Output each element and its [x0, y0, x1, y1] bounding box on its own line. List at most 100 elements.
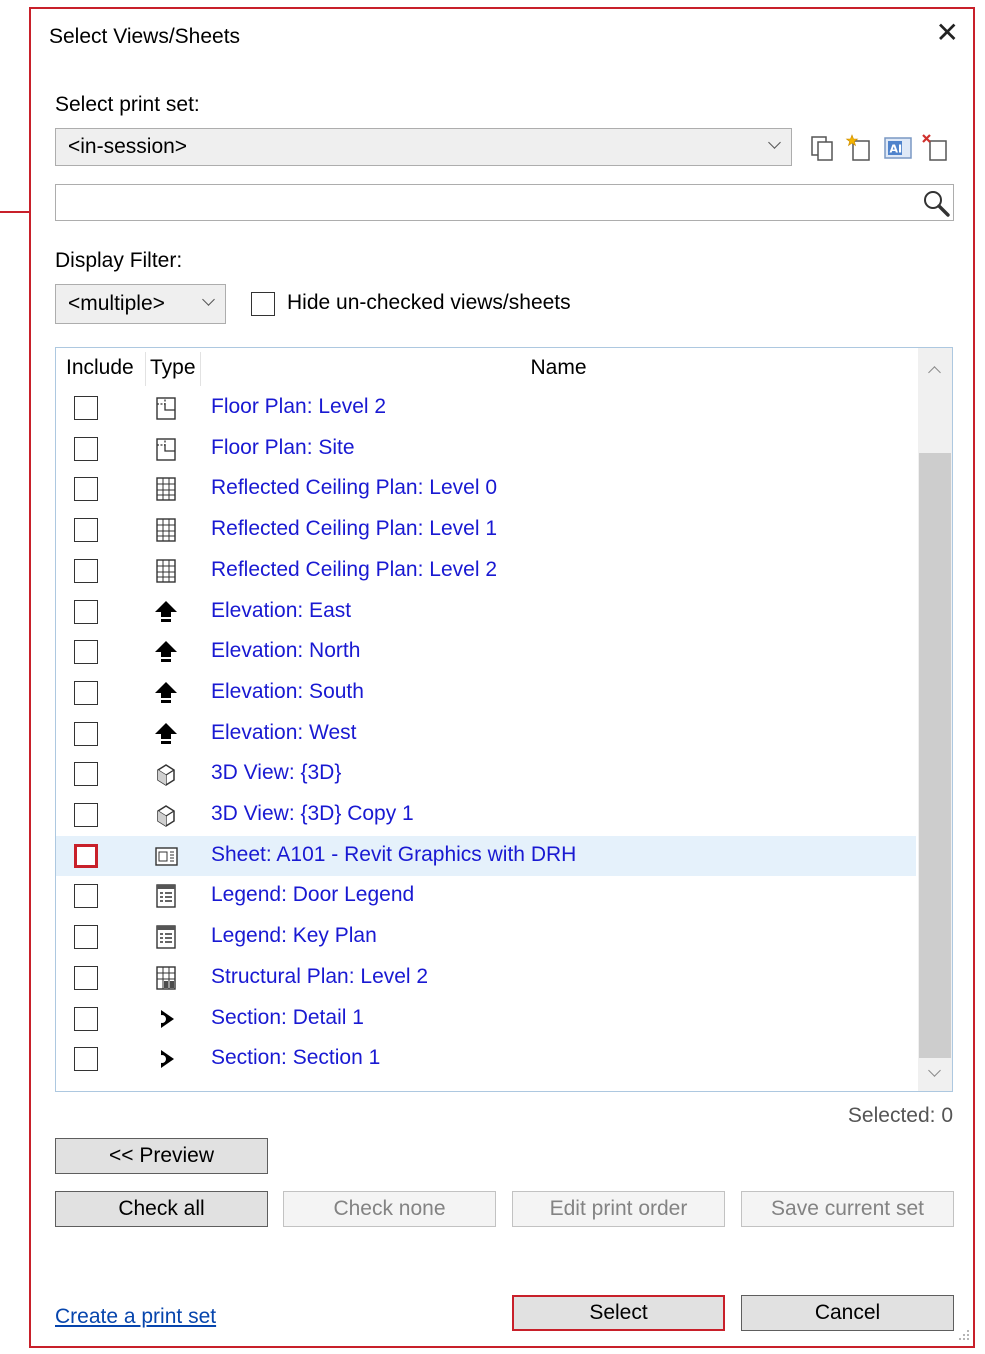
column-divider [145, 352, 146, 386]
list-item[interactable]: Legend: Door Legend [56, 876, 916, 916]
cancel-button[interactable]: Cancel [741, 1295, 954, 1331]
selected-count: Selected: 0 [847, 1104, 953, 1127]
include-checkbox[interactable] [74, 396, 98, 420]
scrollbar-thumb[interactable] [919, 453, 951, 1058]
list-item[interactable]: Section: Detail 1 [56, 999, 916, 1039]
view-name: Reflected Ceiling Plan: Level 1 [211, 517, 498, 541]
include-checkbox[interactable] [74, 843, 98, 868]
legend-icon [156, 884, 176, 909]
chevron-up-icon[interactable] [928, 366, 941, 379]
check-all-button[interactable]: Check all [55, 1191, 268, 1227]
hide-unchecked-checkbox[interactable] [251, 292, 275, 316]
view-name: Structural Plan: Level 2 [211, 964, 429, 988]
create-print-set-link[interactable]: Create a print set [55, 1305, 216, 1329]
list-item[interactable]: Floor Plan: Site [56, 429, 916, 469]
display-filter-dropdown[interactable]: <multiple> [55, 284, 226, 324]
view-name: Section: Section 1 [211, 1046, 381, 1070]
select-button[interactable]: Select [512, 1295, 725, 1331]
preview-button[interactable]: << Preview [55, 1138, 268, 1174]
view-name: Floor Plan: Site [211, 435, 355, 459]
list-item[interactable]: Floor Plan: Level 2 [56, 388, 916, 428]
svg-text:AI: AI [890, 143, 903, 156]
ceiling-plan-icon [156, 477, 176, 502]
floor-plan-icon [156, 397, 176, 420]
include-checkbox[interactable] [74, 721, 98, 746]
search-icon[interactable] [921, 188, 951, 218]
view-name: Reflected Ceiling Plan: Level 2 [211, 557, 498, 581]
structural-plan-icon [156, 966, 176, 990]
list-item[interactable]: 3D View: {3D} [56, 754, 916, 794]
column-header-type[interactable]: Type [150, 348, 196, 388]
callout-leader-line [0, 211, 30, 213]
list-item[interactable]: Reflected Ceiling Plan: Level 2 [56, 551, 916, 591]
include-checkbox[interactable] [74, 762, 98, 787]
duplicate-icon[interactable] [807, 133, 837, 163]
search-input[interactable] [55, 184, 954, 221]
include-checkbox[interactable] [74, 477, 98, 502]
edit-print-order-button[interactable]: Edit print order [512, 1191, 725, 1227]
views-sheets-list: Include Type Name Floor Plan: Level 2 Flo… [55, 347, 953, 1092]
chevron-down-icon[interactable] [928, 1064, 941, 1077]
print-set-dropdown[interactable]: <in-session> [55, 128, 792, 166]
floor-plan-icon [156, 437, 176, 461]
check-none-button[interactable]: Check none [283, 1191, 496, 1227]
view-name: 3D View: {3D} [211, 761, 342, 785]
include-checkbox[interactable] [74, 965, 98, 990]
list-item[interactable]: Reflected Ceiling Plan: Level 0 [56, 469, 916, 509]
print-set-label: Select print set: [55, 93, 200, 116]
include-checkbox[interactable] [74, 1006, 98, 1031]
chevron-down-icon [202, 293, 215, 306]
view-name: Section: Detail 1 [211, 1005, 364, 1029]
include-checkbox[interactable] [74, 640, 98, 665]
new-set-icon[interactable] [845, 133, 875, 163]
list-item[interactable]: Elevation: South [56, 673, 916, 713]
legend-icon [156, 925, 176, 949]
display-filter-label: Display Filter: [55, 249, 183, 272]
include-checkbox[interactable] [74, 884, 98, 909]
chevron-down-icon [768, 136, 781, 149]
include-checkbox[interactable] [74, 803, 98, 827]
3d-view-icon [157, 805, 175, 827]
rename-icon[interactable]: AI [883, 133, 913, 163]
save-current-set-button[interactable]: Save current set [741, 1191, 954, 1227]
section-icon [158, 1009, 174, 1028]
hide-unchecked-label: Hide un-checked views/sheets [287, 291, 571, 314]
view-name: 3D View: {3D} Copy 1 [211, 802, 414, 825]
elevation-icon [155, 600, 177, 622]
list-item[interactable]: Sheet: A101 - Revit Graphics with DRH [56, 835, 916, 876]
include-checkbox[interactable] [74, 436, 98, 461]
view-name: Elevation: East [211, 598, 352, 622]
list-item[interactable]: Elevation: West [56, 714, 916, 754]
include-checkbox[interactable] [74, 680, 98, 705]
column-header-name[interactable]: Name [201, 348, 916, 388]
list-item[interactable]: Elevation: East [56, 592, 916, 632]
list-item[interactable]: Reflected Ceiling Plan: Level 1 [56, 510, 916, 550]
list-item[interactable]: Legend: Key Plan [56, 917, 916, 957]
include-checkbox[interactable] [74, 925, 98, 950]
ceiling-plan-icon [156, 559, 176, 583]
include-checkbox[interactable] [74, 558, 98, 583]
resize-grip-icon[interactable] [953, 1326, 971, 1344]
view-name: Reflected Ceiling Plan: Level 0 [211, 476, 498, 500]
select-views-sheets-dialog: Select Views/Sheets ✕ Select print set: … [29, 7, 975, 1348]
elevation-icon [155, 641, 177, 663]
list-item[interactable]: 3D View: {3D} Copy 1 [56, 795, 916, 835]
print-set-value: <in-session> [68, 135, 188, 158]
include-checkbox[interactable] [74, 518, 98, 543]
list-item[interactable]: Section: Section 1 [56, 1039, 916, 1079]
vertical-scrollbar[interactable] [918, 348, 952, 1091]
section-icon [158, 1050, 174, 1069]
close-icon[interactable]: ✕ [936, 19, 959, 47]
display-filter-value: <multiple> [68, 292, 165, 315]
include-checkbox[interactable] [74, 1047, 98, 1072]
column-header-include[interactable]: Include [66, 348, 134, 388]
ceiling-plan-icon [156, 518, 176, 542]
view-name: Legend: Door Legend [211, 883, 415, 907]
delete-set-icon[interactable] [921, 133, 951, 163]
dialog-title: Select Views/Sheets [49, 25, 241, 48]
list-item[interactable]: Structural Plan: Level 2 [56, 958, 916, 998]
view-name: Floor Plan: Level 2 [211, 395, 387, 418]
include-checkbox[interactable] [74, 599, 98, 624]
list-item[interactable]: Elevation: North [56, 632, 916, 672]
3d-view-icon [157, 764, 175, 787]
